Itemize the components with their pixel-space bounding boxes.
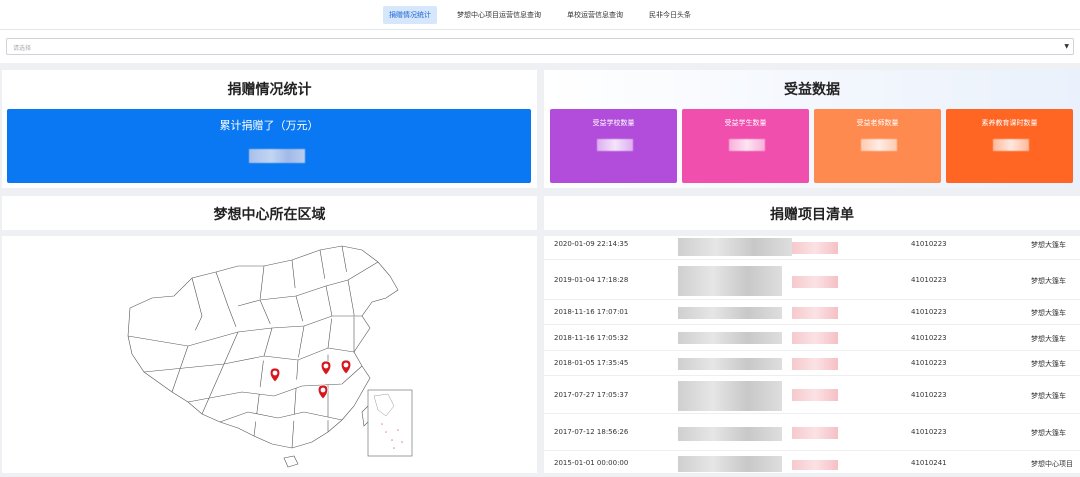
redacted-amount <box>792 307 838 319</box>
row-project: 梦想大篷车 <box>1031 309 1066 317</box>
filter-select[interactable]: 请选择 ▼ <box>6 38 1074 55</box>
row-date: 2018-11-16 17:05:32 <box>554 334 629 342</box>
redacted-name <box>678 456 782 472</box>
redacted-name <box>678 358 782 370</box>
row-project: 梦想大篷车 <box>1031 429 1066 437</box>
benefit-hours-card: 素养教育课时数量 <box>946 109 1073 183</box>
row-project: 梦想大篷车 <box>1031 277 1066 285</box>
row-project: 梦想大篷车 <box>1031 360 1066 368</box>
benefit-students-label: 受益学生数量 <box>724 119 767 127</box>
redacted-amount <box>792 276 838 288</box>
map-title: 梦想中心所在区域 <box>213 207 326 223</box>
row-date: 2018-11-16 17:07:01 <box>554 308 629 316</box>
redacted-amount <box>792 332 838 344</box>
benefit-data-title: 受益数据 <box>784 82 840 98</box>
redacted-amount <box>792 389 838 401</box>
filter-bar: 请选择 ▼ <box>0 30 1080 63</box>
row-date: 2018-01-05 17:35:45 <box>554 359 629 367</box>
row-project: 梦想大篷车 <box>1031 241 1066 249</box>
benefit-data-panel: 受益数据 受益学校数量 受益学生数量 受益老师数量 素养教育课时数量 <box>544 70 1080 188</box>
benefit-hours-value-redacted <box>993 139 1029 151</box>
benefit-teachers-label: 受益老师数量 <box>856 119 899 127</box>
tab-school-ops[interactable]: 单校运营信息查询 <box>561 6 629 24</box>
benefit-teachers-card: 受益老师数量 <box>814 109 941 183</box>
table-row[interactable]: 2017-07-12 18:56:26 41010223 梦想大篷车 <box>544 415 1080 451</box>
table-row[interactable]: 2018-01-05 17:35:45 41010223 梦想大篷车 <box>544 352 1080 376</box>
tab-headlines[interactable]: 民非今日头条 <box>643 6 697 24</box>
map-title-panel: 梦想中心所在区域 <box>2 196 537 230</box>
row-code: 41010223 <box>911 308 947 316</box>
row-date: 2015-01-01 00:00:00 <box>554 459 629 467</box>
table-row[interactable]: 2017-07-27 17:05:37 41010223 梦想大篷车 <box>544 377 1080 414</box>
benefit-hours-label: 素养教育课时数量 <box>981 119 1038 127</box>
top-tab-bar: 捐赠情况统计 梦想中心项目运营信息查询 单校运营信息查询 民非今日头条 <box>0 0 1080 30</box>
row-date: 2017-07-27 17:05:37 <box>554 391 629 399</box>
benefit-schools-card: 受益学校数量 <box>550 109 677 183</box>
row-code: 41010241 <box>911 459 947 467</box>
filter-select-placeholder: 请选择 <box>13 45 32 52</box>
redacted-amount <box>792 460 838 470</box>
table-row[interactable]: 2018-11-16 17:05:32 41010223 梦想大篷车 <box>544 326 1080 351</box>
benefit-teachers-value-redacted <box>861 139 897 151</box>
donation-total-label: 累计捐赠了（万元） <box>219 119 319 132</box>
donation-total-card: 累计捐赠了（万元） <box>7 109 531 183</box>
row-project: 梦想中心项目 <box>1031 460 1073 468</box>
hainan-island <box>283 455 299 468</box>
row-code: 41010223 <box>911 428 947 436</box>
donation-stats-title: 捐赠情况统计 <box>227 82 312 98</box>
chevron-down-icon[interactable]: ▼ <box>1064 43 1069 50</box>
benefit-schools-label: 受益学校数量 <box>592 119 635 127</box>
south-china-sea-inset <box>367 389 413 457</box>
redacted-name <box>678 427 782 441</box>
table-row[interactable]: 2018-11-16 17:07:01 41010223 梦想大篷车 <box>544 301 1080 325</box>
donation-list-title: 捐赠项目清单 <box>770 207 854 223</box>
redacted-name <box>678 332 782 344</box>
row-code: 41010223 <box>911 276 947 284</box>
donation-list-title-panel: 捐赠项目清单 <box>544 196 1080 230</box>
row-date: 2017-07-12 18:56:26 <box>554 428 629 436</box>
redacted-name <box>678 266 782 296</box>
row-project: 梦想大篷车 <box>1031 335 1066 343</box>
redacted-amount <box>792 358 838 370</box>
row-code: 41010223 <box>911 240 947 248</box>
donation-list[interactable]: 2020-01-09 22:14:35 41010223 梦想大篷车 2019-… <box>544 236 1080 473</box>
china-map[interactable] <box>2 236 537 473</box>
row-date: 2019-01-04 17:18:28 <box>554 276 629 284</box>
tab-dream-center-ops[interactable]: 梦想中心项目运营信息查询 <box>451 6 547 24</box>
row-code: 41010223 <box>911 391 947 399</box>
redacted-name <box>678 381 782 411</box>
table-row[interactable]: 2020-01-09 22:14:35 41010223 梦想大篷车 <box>544 236 1080 260</box>
benefit-students-value-redacted <box>729 139 765 151</box>
redacted-name <box>678 238 792 256</box>
donation-stats-panel: 捐赠情况统计 累计捐赠了（万元） <box>2 70 537 188</box>
row-project: 梦想大篷车 <box>1031 392 1066 400</box>
table-row[interactable]: 2019-01-04 17:18:28 41010223 梦想大篷车 <box>544 261 1080 300</box>
redacted-name <box>678 307 782 319</box>
table-row[interactable]: 2015-01-01 00:00:00 41010241 梦想中心项目 <box>544 452 1080 473</box>
row-date: 2020-01-09 22:14:35 <box>554 240 629 248</box>
redacted-amount <box>792 427 838 439</box>
row-code: 41010223 <box>911 334 947 342</box>
row-code: 41010223 <box>911 359 947 367</box>
tab-donation-stats[interactable]: 捐赠情况统计 <box>383 5 437 24</box>
region-map-panel <box>2 236 537 473</box>
benefit-schools-value-redacted <box>597 139 633 151</box>
donation-total-value-redacted <box>249 149 305 163</box>
benefit-students-card: 受益学生数量 <box>682 109 809 183</box>
redacted-amount <box>792 242 838 254</box>
